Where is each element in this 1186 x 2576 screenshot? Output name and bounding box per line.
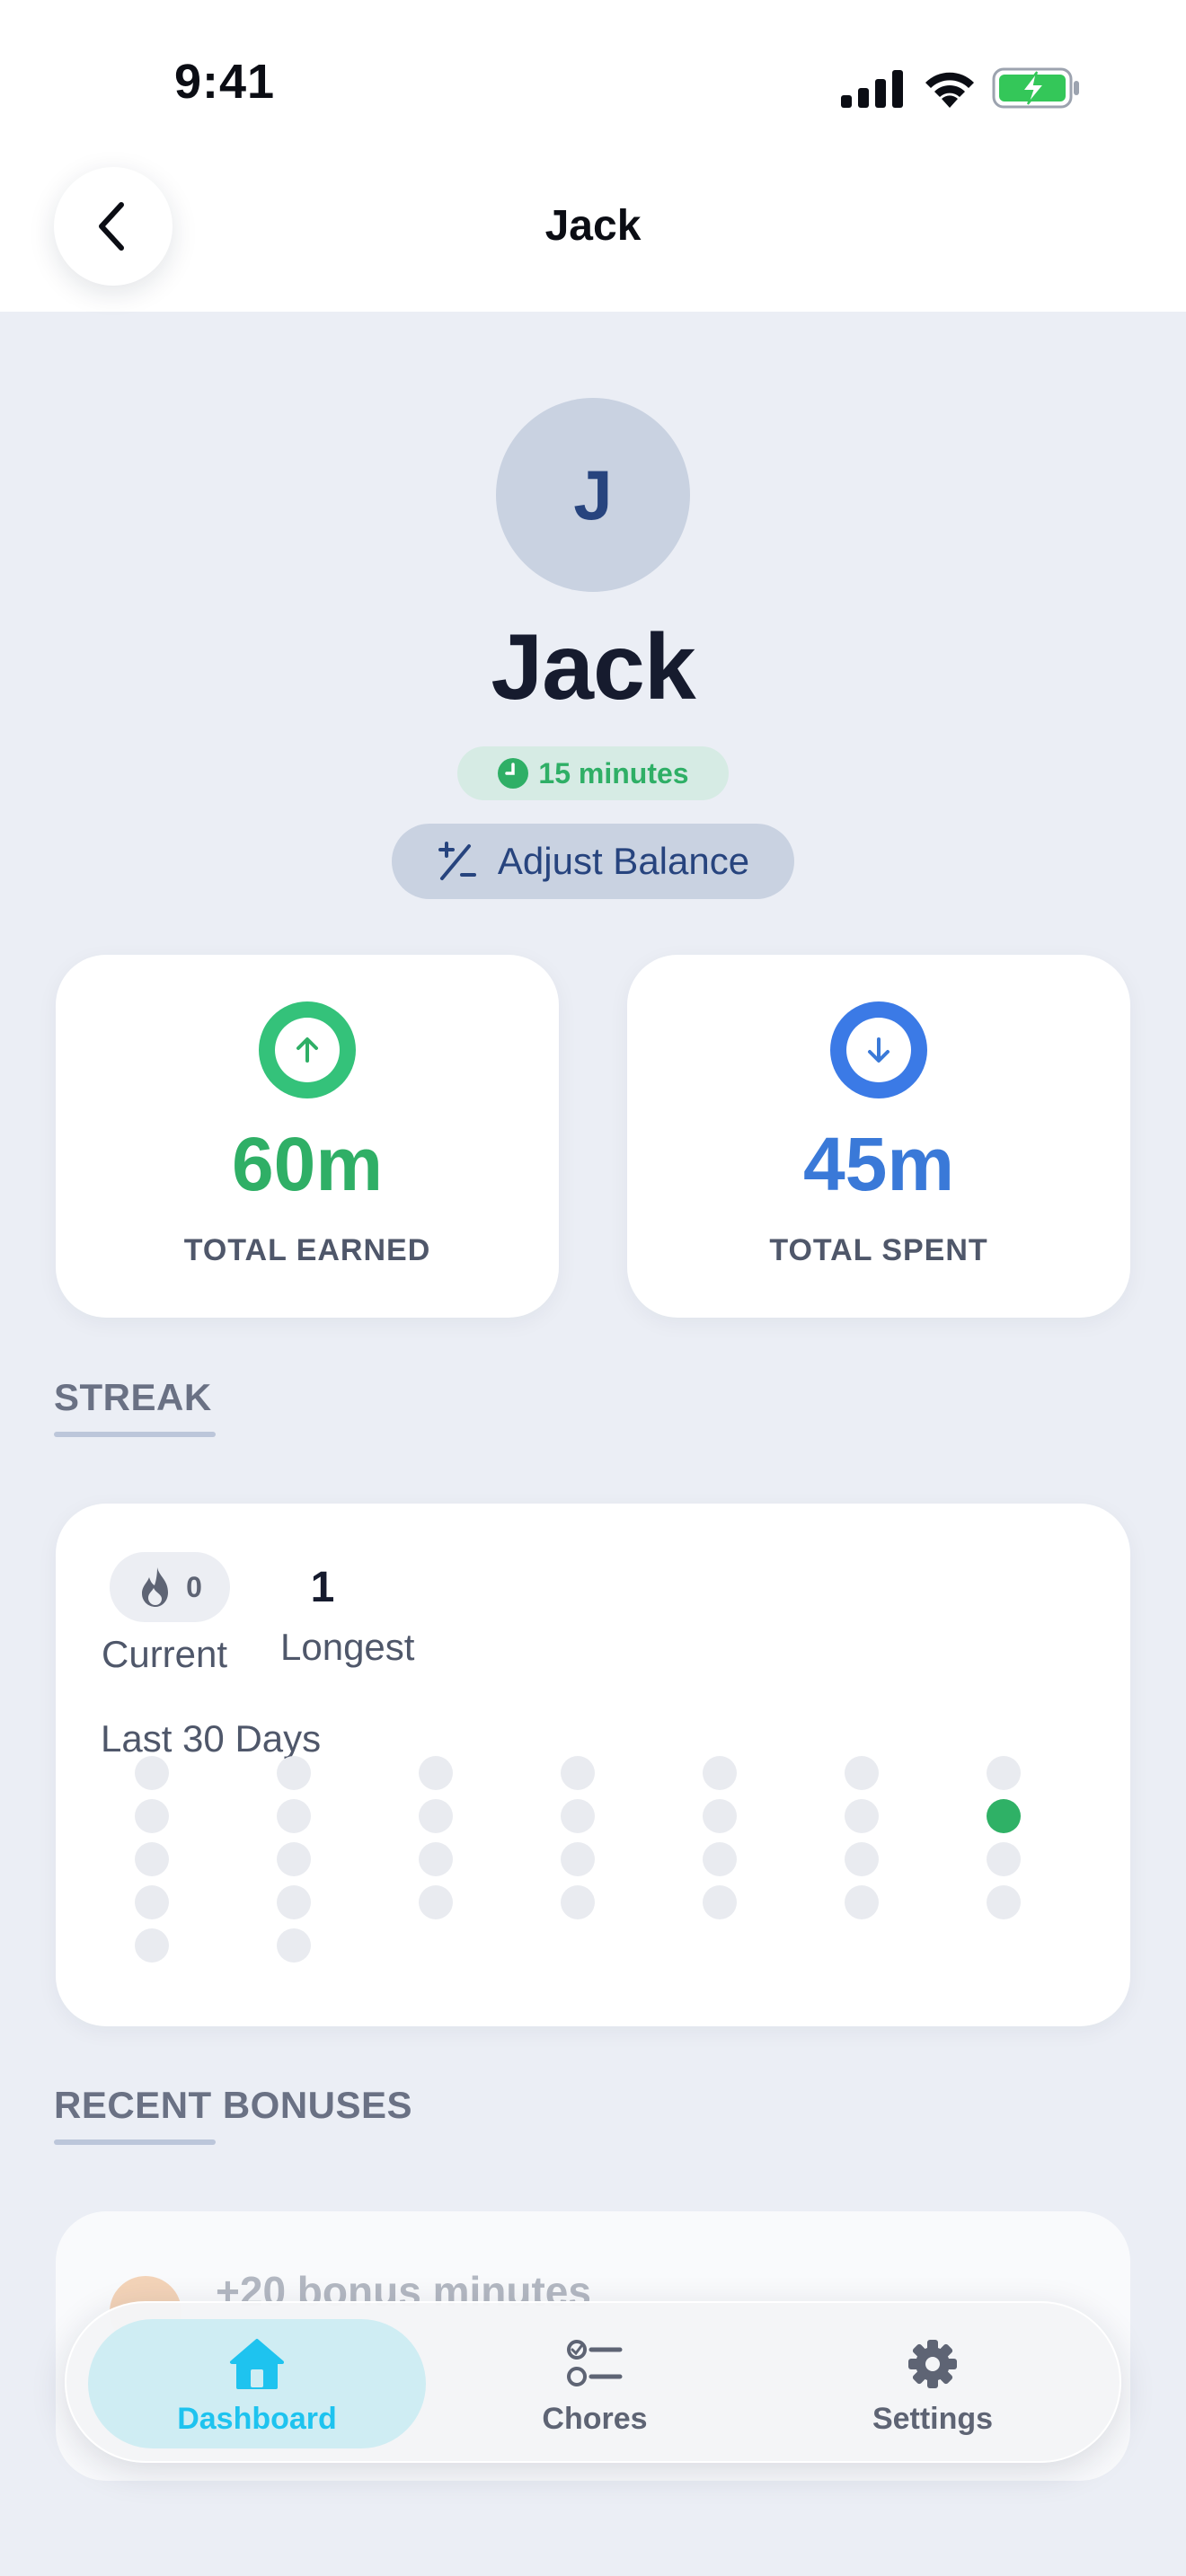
streak-section-title: STREAK: [54, 1376, 212, 1418]
checklist-icon: [567, 2340, 623, 2386]
streak-day-dot: [277, 1885, 311, 1919]
balance-text: 15 minutes: [538, 756, 689, 790]
streak-day-dot: [987, 1799, 1021, 1833]
nav-title: Jack: [544, 202, 642, 250]
streak-day-dot: [277, 1928, 311, 1963]
top-bar: 9:41 Jack: [0, 0, 1186, 312]
streak-day-dot: [419, 1799, 453, 1833]
child-name: Jack: [491, 615, 695, 719]
streak-day-dot: [561, 1799, 595, 1833]
tab-settings-label: Settings: [872, 2402, 994, 2436]
total-earned-card: 60m TOTAL EARNED: [56, 955, 559, 1318]
tab-chores-label: Chores: [542, 2402, 648, 2436]
total-spent-card: 45m TOTAL SPENT: [627, 955, 1130, 1318]
streak-day-dot: [845, 1799, 879, 1833]
streak-day-dot: [987, 1885, 1021, 1919]
streak-day-dot: [277, 1799, 311, 1833]
streak-day-dot: [845, 1756, 879, 1790]
recent-bonuses-section-title: RECENT BONUSES: [54, 2084, 413, 2126]
avatar: J: [496, 398, 690, 592]
streak-day-dot: [277, 1756, 311, 1790]
tab-bar: Dashboard Chores Settings: [65, 2301, 1121, 2463]
streak-day-dot: [987, 1842, 1021, 1876]
streak-card: 0 Current 1 Longest Last 30 Days: [56, 1504, 1130, 2026]
plus-minus-icon: [438, 842, 476, 880]
tab-dashboard[interactable]: Dashboard: [88, 2319, 426, 2448]
tab-dashboard-label: Dashboard: [177, 2402, 337, 2436]
longest-streak-value: 1: [310, 1564, 335, 1611]
last-30-days-label: Last 30 Days: [101, 1717, 322, 1760]
streak-day-dot: [703, 1885, 737, 1919]
total-spent-label: TOTAL SPENT: [769, 1233, 988, 1267]
adjust-balance-label: Adjust Balance: [497, 840, 750, 882]
current-streak-label: Current: [102, 1633, 228, 1675]
streak-day-dot: [135, 1928, 169, 1963]
current-streak-chip: 0: [110, 1552, 230, 1622]
arrow-down-circle-icon: [830, 1001, 927, 1098]
streak-day-dot: [419, 1756, 453, 1790]
total-earned-label: TOTAL EARNED: [183, 1233, 431, 1267]
streak-day-dot: [987, 1756, 1021, 1790]
wifi-icon: [925, 72, 974, 108]
streak-day-dot: [135, 1756, 169, 1790]
current-streak-value: 0: [186, 1570, 202, 1603]
streak-day-dot: [845, 1842, 879, 1876]
tab-settings[interactable]: Settings: [764, 2319, 1102, 2448]
streak-day-dot: [703, 1799, 737, 1833]
clock-icon: [498, 758, 529, 789]
recent-bonuses-underline: [54, 2139, 216, 2145]
streak-day-dot: [419, 1842, 453, 1876]
streak-day-dot: [419, 1885, 453, 1919]
longest-streak-label: Longest: [280, 1626, 415, 1668]
streak-day-dot: [561, 1885, 595, 1919]
streak-day-dot: [561, 1756, 595, 1790]
streak-day-dot: [703, 1756, 737, 1790]
arrow-up-circle-icon: [259, 1001, 356, 1098]
streak-day-dot: [135, 1799, 169, 1833]
total-earned-value: 60m: [231, 1122, 384, 1206]
streak-day-dot: [703, 1842, 737, 1876]
streak-day-dot: [845, 1885, 879, 1919]
streak-day-dot: [277, 1842, 311, 1876]
streak-day-dot: [561, 1842, 595, 1876]
balance-badge: 15 minutes: [457, 746, 729, 800]
battery-charging-icon: [992, 67, 1079, 109]
cellular-signal-icon: [841, 70, 903, 108]
total-spent-value: 45m: [802, 1122, 955, 1206]
flame-icon: [142, 1567, 169, 1607]
gear-icon: [908, 2340, 957, 2388]
streak-day-dot: [135, 1885, 169, 1919]
streak-day-dot: [135, 1842, 169, 1876]
tab-chores[interactable]: Chores: [426, 2319, 764, 2448]
streak-section-underline: [54, 1432, 216, 1437]
adjust-balance-button[interactable]: Adjust Balance: [392, 824, 794, 899]
home-icon: [230, 2339, 284, 2389]
status-time: 9:41: [173, 55, 276, 109]
